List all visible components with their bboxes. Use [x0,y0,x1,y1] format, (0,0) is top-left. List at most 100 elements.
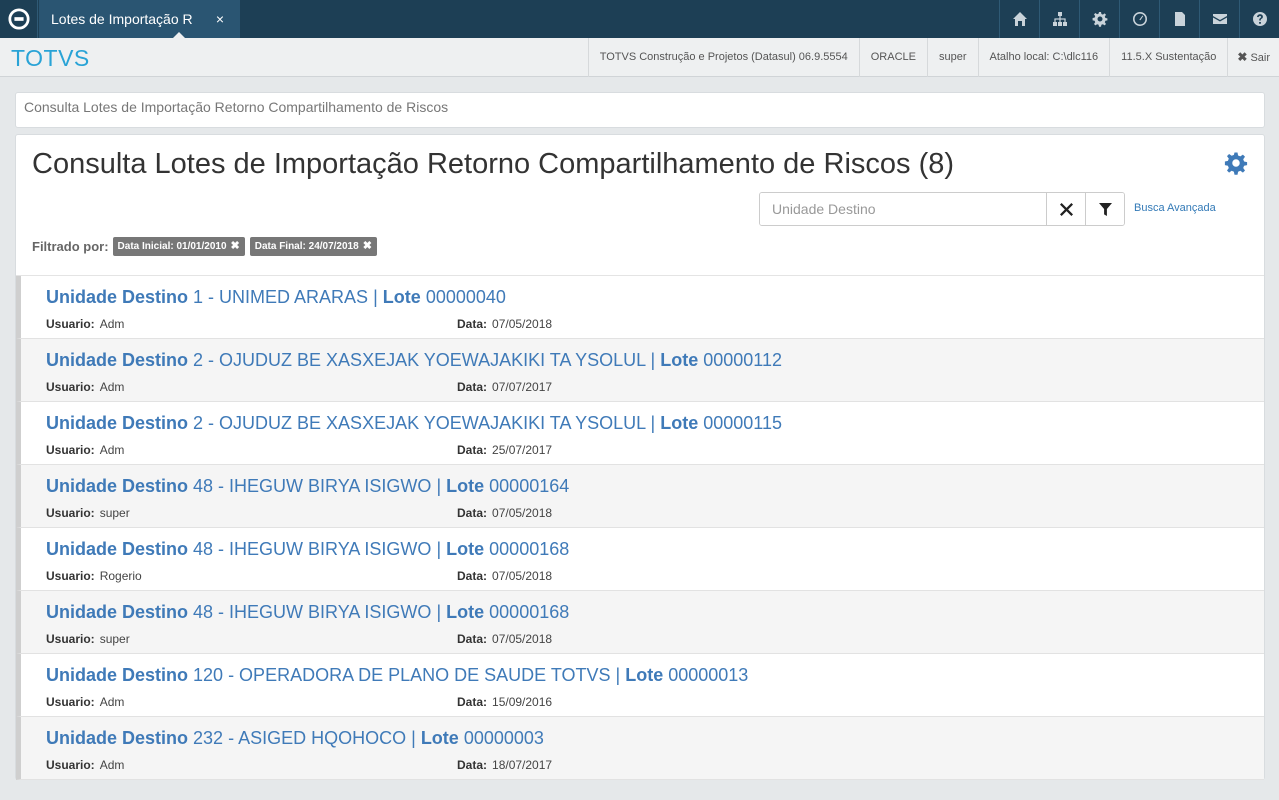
user-label: Usuario: [46,632,95,646]
shortcut-info: Atalho local: C:\dlc116 [977,38,1110,77]
lote-label: Lote [420,728,459,748]
search-group [759,192,1125,226]
sitemap-icon[interactable] [1039,0,1079,38]
tab-close-icon[interactable]: × [216,0,224,38]
clock-icon[interactable] [1119,0,1159,38]
unit-label: Unidade Destino [46,476,189,496]
filter-label: Filtrado por: [32,238,109,254]
help-icon[interactable] [1239,0,1279,38]
separator: | [650,350,656,370]
user-value: Adm [99,317,125,331]
item-title[interactable]: Unidade Destino 48 - IHEGUW BIRYA ISIGWO… [46,476,569,497]
item-title[interactable]: Unidade Destino 1 - UNIMED ARARAS | Lote… [46,287,506,308]
date-label: Data: [457,317,488,331]
lote-label: Lote [660,413,699,433]
exit-button[interactable]: ✖ Sair [1227,38,1279,77]
version-info: 11.5.X Sustentação [1109,38,1227,77]
separator: | [650,413,656,433]
breadcrumb[interactable]: Consulta Lotes de Importação Retorno Com… [15,92,1265,128]
unit-value: 48 - IHEGUW BIRYA ISIGWO [193,476,432,496]
page-title: Consulta Lotes de Importação Retorno Com… [32,148,955,180]
user-value: super [99,506,130,520]
filter-icon [1098,202,1112,216]
settings-gear-icon[interactable] [1224,151,1248,175]
user-value: Adm [99,758,125,772]
item-title[interactable]: Unidade Destino 2 - OJUDUZ BE XASXEJAK Y… [46,413,782,434]
user-value: super [99,632,130,646]
unit-label: Unidade Destino [46,728,189,748]
item-user: Usuario: Adm [46,758,124,772]
filter-chip-end-date[interactable]: Data Final: 24/07/2018 ✖ [249,236,377,256]
date-value: 07/07/2017 [492,380,553,394]
unit-value: 2 - OJUDUZ BE XASXEJAK YOEWAJAKIKI TA YS… [193,413,646,433]
list-item[interactable]: Unidade Destino 120 - OPERADORA DE PLANO… [16,654,1264,717]
main-panel: Consulta Lotes de Importação Retorno Com… [15,134,1265,780]
item-title[interactable]: Unidade Destino 232 - ASIGED HQOHOCO | L… [46,728,544,749]
item-title[interactable]: Unidade Destino 2 - OJUDUZ BE XASXEJAK Y… [46,350,782,371]
exit-label: Sair [1250,52,1270,64]
lote-label: Lote [446,539,485,559]
item-date: Data: 18/07/2017 [457,758,552,772]
item-title[interactable]: Unidade Destino 120 - OPERADORA DE PLANO… [46,665,748,686]
lote-label: Lote [660,350,699,370]
filter-chip-label: Data Inicial: 01/01/2010 [117,240,227,252]
brand-title: TOTVS [11,45,90,71]
user-label: Usuario: [46,695,95,709]
unit-label: Unidade Destino [46,413,189,433]
list-item[interactable]: Unidade Destino 232 - ASIGED HQOHOCO | L… [16,717,1264,780]
list-item[interactable]: Unidade Destino 48 - IHEGUW BIRYA ISIGWO… [16,465,1264,528]
mail-icon[interactable] [1199,0,1239,38]
item-date: Data: 15/09/2016 [457,695,552,709]
filter-button[interactable] [1085,193,1124,225]
close-icon [1059,202,1073,216]
search-input[interactable] [760,193,1046,225]
lote-label: Lote [446,476,485,496]
unit-value: 48 - IHEGUW BIRYA ISIGWO [193,602,432,622]
unit-value: 2 - OJUDUZ BE XASXEJAK YOEWAJAKIKI TA YS… [193,350,646,370]
user-value: Adm [99,695,125,709]
item-user: Usuario: Rogerio [46,569,142,583]
item-date: Data: 25/07/2017 [457,443,552,457]
database-info: ORACLE [858,38,927,77]
item-date: Data: 07/05/2018 [457,317,552,331]
lote-value: 00000112 [703,350,782,370]
remove-filter-icon[interactable]: ✖ [231,240,240,252]
list-item[interactable]: Unidade Destino 2 - OJUDUZ BE XASXEJAK Y… [16,339,1264,402]
list-item[interactable]: Unidade Destino 48 - IHEGUW BIRYA ISIGWO… [16,528,1264,591]
date-value: 07/05/2018 [492,569,553,583]
tab-lotes-importacao[interactable]: Lotes de Importação R × [39,0,240,38]
session-info: TOTVS Construção e Projetos (Datasul) 06… [587,38,1279,77]
item-title[interactable]: Unidade Destino 48 - IHEGUW BIRYA ISIGWO… [46,539,569,560]
user-label: Usuario: [46,317,95,331]
date-label: Data: [457,758,488,772]
clear-search-button[interactable] [1046,193,1085,225]
date-label: Data: [457,380,488,394]
document-icon[interactable] [1159,0,1199,38]
home-icon[interactable] [999,0,1039,38]
totvs-logo-icon[interactable] [0,0,38,38]
list-item[interactable]: Unidade Destino 2 - OJUDUZ BE XASXEJAK Y… [16,402,1264,465]
logo-mark-icon [7,8,30,30]
date-label: Data: [457,443,488,457]
separator: | [436,602,442,622]
item-user: Usuario: Adm [46,443,124,457]
date-value: 07/05/2018 [492,632,553,646]
user-label: Usuario: [46,569,95,583]
unit-label: Unidade Destino [46,602,189,622]
separator: | [436,539,442,559]
filter-chip-start-date[interactable]: Data Inicial: 01/01/2010 ✖ [112,236,245,256]
remove-filter-icon[interactable]: ✖ [363,240,372,252]
separator: | [373,287,378,307]
list-item[interactable]: Unidade Destino 48 - IHEGUW BIRYA ISIGWO… [16,591,1264,654]
advanced-search-link[interactable]: Busca Avançada [1134,202,1216,214]
gear-icon[interactable] [1079,0,1119,38]
list-item[interactable]: Unidade Destino 1 - UNIMED ARARAS | Lote… [16,276,1264,339]
item-title[interactable]: Unidade Destino 48 - IHEGUW BIRYA ISIGWO… [46,602,569,623]
unit-label: Unidade Destino [46,665,189,685]
unit-value: 232 - ASIGED HQOHOCO [193,728,407,748]
lote-value: 00000164 [489,476,570,496]
lote-label: Lote [382,287,421,307]
lote-value: 00000168 [489,602,570,622]
item-user: Usuario: Adm [46,380,124,394]
user-label: Usuario: [46,443,95,457]
